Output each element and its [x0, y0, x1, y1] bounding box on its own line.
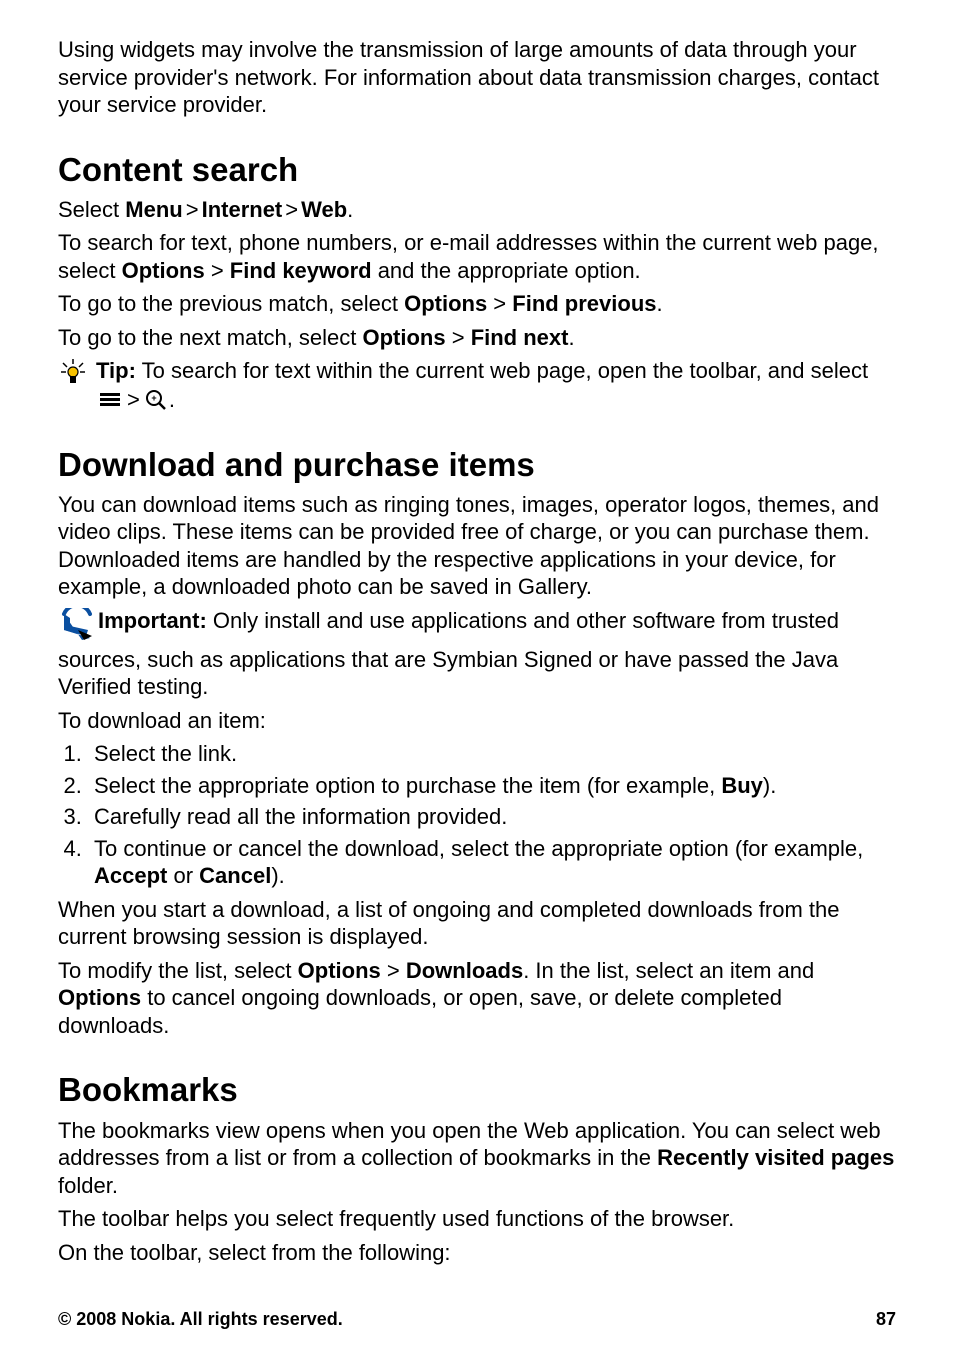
bookmarks-toolbar-paragraph: The toolbar helps you select frequently … — [58, 1205, 896, 1233]
list-item: Select the link. — [88, 740, 896, 768]
toolbar-menu-icon — [100, 392, 120, 408]
toolbar-search-icon: + — [145, 389, 167, 411]
tip-icon — [58, 357, 90, 387]
list-item: To continue or cancel the download, sele… — [88, 835, 896, 890]
page-number: 87 — [876, 1308, 896, 1331]
download-steps-list: Select the link. Select the appropriate … — [58, 740, 896, 890]
intro-paragraph: Using widgets may involve the transmissi… — [58, 36, 896, 119]
tip-label: Tip: — [96, 358, 136, 383]
download-steps-intro: To download an item: — [58, 707, 896, 735]
page-footer: © 2008 Nokia. All rights reserved. 87 — [58, 1308, 896, 1331]
bookmarks-intro-paragraph: The bookmarks view opens when you open t… — [58, 1117, 896, 1200]
tip-block: Tip: To search for text within the curre… — [58, 357, 896, 413]
heading-download-purchase: Download and purchase items — [58, 444, 896, 485]
find-previous-paragraph: To go to the previous match, select Opti… — [58, 290, 896, 318]
list-item: Carefully read all the information provi… — [88, 803, 896, 831]
copyright-text: © 2008 Nokia. All rights reserved. — [58, 1308, 343, 1331]
download-session-paragraph: When you start a download, a list of ong… — [58, 896, 896, 951]
bookmarks-select-paragraph: On the toolbar, select from the followin… — [58, 1239, 896, 1267]
nav-path: Select Menu>Internet>Web. — [58, 196, 896, 224]
find-next-paragraph: To go to the next match, select Options … — [58, 324, 896, 352]
important-icon — [58, 608, 96, 646]
find-keyword-paragraph: To search for text, phone numbers, or e-… — [58, 229, 896, 284]
svg-text:+: + — [151, 393, 156, 403]
heading-content-search: Content search — [58, 149, 896, 190]
download-modify-paragraph: To modify the list, select Options > Dow… — [58, 957, 896, 1040]
heading-bookmarks: Bookmarks — [58, 1069, 896, 1110]
important-block: Important: Only install and use applicat… — [58, 607, 896, 701]
download-intro-paragraph: You can download items such as ringing t… — [58, 491, 896, 601]
important-label: Important: — [98, 608, 207, 633]
tip-text: To search for text within the current we… — [136, 358, 868, 383]
list-item: Select the appropriate option to purchas… — [88, 772, 896, 800]
